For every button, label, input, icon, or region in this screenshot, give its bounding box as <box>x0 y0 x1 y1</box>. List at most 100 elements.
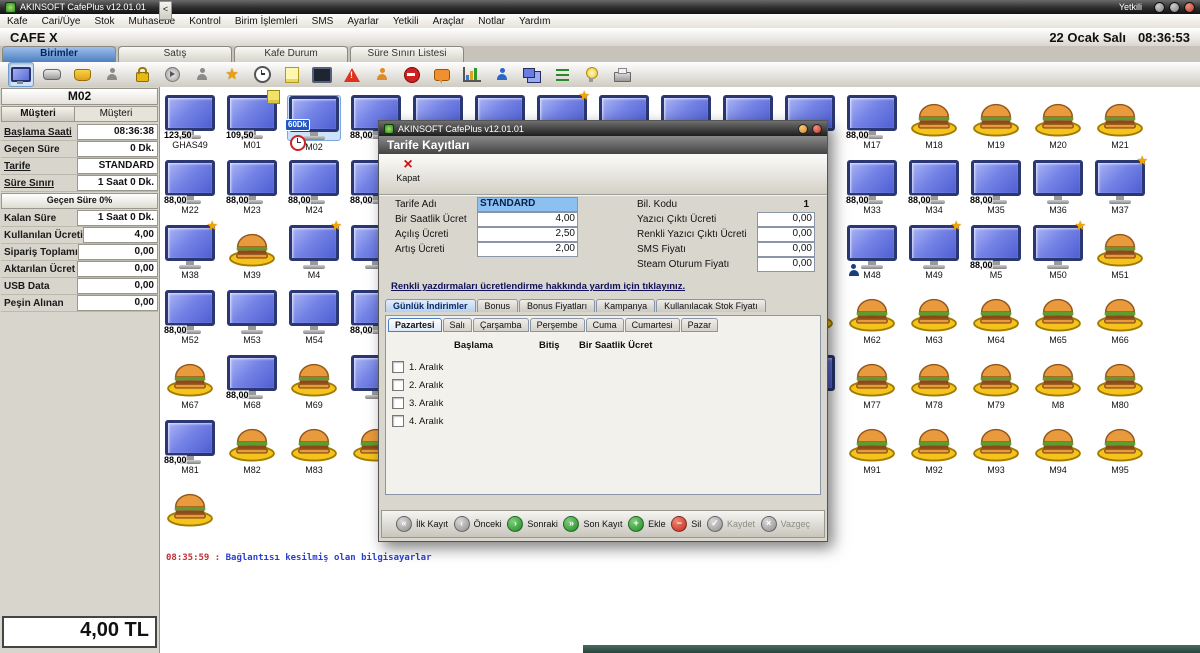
terminal-m64[interactable]: M64 <box>968 290 1024 352</box>
day-tab-perşembe[interactable]: Perşembe <box>530 318 585 332</box>
field-input-tarife-adı[interactable]: STANDARD <box>477 197 578 212</box>
terminal-m95[interactable]: M95 <box>1092 420 1148 482</box>
idea-icon[interactable] <box>580 63 604 86</box>
terminal-m82[interactable]: M82 <box>224 420 280 482</box>
terminal-m02[interactable]: 60DkM02 <box>286 95 342 157</box>
terminal-m37[interactable]: ★M37 <box>1092 160 1148 222</box>
terminal-m91[interactable]: M91 <box>844 420 900 482</box>
dialog-tab-bonus-fiyatları[interactable]: Bonus Fiyatları <box>519 299 595 312</box>
terminal-m66[interactable]: M66 <box>1092 290 1148 352</box>
field-input-steam-oturum-fiyatı[interactable]: 0,00 <box>757 257 815 272</box>
field-input-açılış-ücreti[interactable]: 2,50 <box>477 227 578 242</box>
terminal-m62[interactable]: M62 <box>844 290 900 352</box>
range-checkbox-1[interactable] <box>392 361 404 373</box>
field-input-artış-ücreti[interactable]: 2,00 <box>477 242 578 257</box>
field-input-bir-saatlik-ücret[interactable]: 4,00 <box>477 212 578 227</box>
terminal-m49[interactable]: ★M49 <box>906 225 962 287</box>
terminal-m36[interactable]: M36 <box>1030 160 1086 222</box>
field-input-yazıcı-çıktı-ücreti[interactable]: 0,00 <box>757 212 815 227</box>
kapat-button[interactable]: × Kapat <box>387 156 429 183</box>
terminal-m67[interactable]: M67 <box>162 355 218 417</box>
menu-birim-i-şlemleri[interactable]: Birim İşlemleri <box>228 15 305 28</box>
terminal-m01[interactable]: 109,50M01 <box>224 95 280 157</box>
dialog-tab-kullanılacak-stok-fiyatı[interactable]: Kullanılacak Stok Fiyatı <box>656 299 766 312</box>
sil-button[interactable]: −Sil <box>671 516 701 532</box>
day-tab-çarşamba[interactable]: Çarşamba <box>473 318 529 332</box>
dialog-close-button[interactable] <box>812 124 822 134</box>
block-icon[interactable] <box>400 63 424 86</box>
info-label-tarife[interactable]: Tarife <box>1 161 77 172</box>
terminal-m77[interactable]: M77 <box>844 355 900 417</box>
field-input-renkli-yazıcı-çıktı-ücreti[interactable]: 0,00 <box>757 227 815 242</box>
terminal-m8[interactable]: M8 <box>1030 355 1086 417</box>
terminal-m39[interactable]: M39 <box>224 225 280 287</box>
screen-icon[interactable] <box>310 63 334 86</box>
terminal-m20[interactable]: M20 <box>1030 95 1086 157</box>
terminal-m92[interactable]: M92 <box>906 420 962 482</box>
clock-icon[interactable] <box>250 63 274 86</box>
kaydet-button[interactable]: ✓Kaydet <box>707 516 755 532</box>
note-icon[interactable] <box>280 63 304 86</box>
day-tab-salı[interactable]: Salı <box>443 318 473 332</box>
terminal-m21[interactable]: M21 <box>1092 95 1148 157</box>
terminal-m33[interactable]: 88,00M33 <box>844 160 900 222</box>
terminal-m18[interactable]: M18 <box>906 95 962 157</box>
minimize-button[interactable] <box>1154 2 1165 13</box>
terminal-m38[interactable]: ★M38 <box>162 225 218 287</box>
person-icon[interactable] <box>490 63 514 86</box>
dialog-minimize-button[interactable] <box>798 124 808 134</box>
day-tab-cuma[interactable]: Cuma <box>586 318 624 332</box>
alert-icon[interactable] <box>340 63 364 86</box>
terminal-m23[interactable]: 88,00M23 <box>224 160 280 222</box>
info-label-başlama-saati[interactable]: Başlama Saati <box>1 127 77 138</box>
terminal-m48[interactable]: M48 <box>844 225 900 287</box>
chat-icon[interactable] <box>430 63 454 86</box>
terminal-m80[interactable]: M80 <box>1092 355 1148 417</box>
menu-sms[interactable]: SMS <box>305 15 341 28</box>
terminal-m34[interactable]: 88,00M34 <box>906 160 962 222</box>
user-icon[interactable] <box>100 63 124 86</box>
tab-satış[interactable]: Satış <box>118 46 232 62</box>
terminal-m78[interactable]: M78 <box>906 355 962 417</box>
range-checkbox-4[interactable] <box>392 415 404 427</box>
tab-kafe-durum[interactable]: Kafe Durum <box>234 46 348 62</box>
menu-notlar[interactable]: Notlar <box>471 15 512 28</box>
menu-yetkili[interactable]: Yetkili <box>386 15 426 28</box>
day-tab-cumartesi[interactable]: Cumartesi <box>625 318 680 332</box>
son-kayıt-button[interactable]: »Son Kayıt <box>563 516 622 532</box>
terminal-m22[interactable]: 88,00M22 <box>162 160 218 222</box>
terminal-m94[interactable]: M94 <box>1030 420 1086 482</box>
dialog-tab-günlük-i-ndirimler[interactable]: Günlük İndirimler <box>385 299 476 312</box>
menu-stok[interactable]: Stok <box>87 15 121 28</box>
terminal-m81[interactable]: 88,00M81 <box>162 420 218 482</box>
tab-süre-sınırı-listesi[interactable]: Süre Sınırı Listesi <box>350 46 464 62</box>
menu-araçlar[interactable]: Araçlar <box>426 15 472 28</box>
terminal-m79[interactable]: M79 <box>968 355 1024 417</box>
terminal-m53[interactable]: M53 <box>224 290 280 352</box>
menu-kontrol[interactable]: Kontrol <box>182 15 228 28</box>
menu-kafe[interactable]: Kafe <box>0 15 35 28</box>
terminal-m52[interactable]: 88,00M52 <box>162 290 218 352</box>
field-input-sms-fiyatı[interactable]: 0,00 <box>757 242 815 257</box>
dialog-tab-kampanya[interactable]: Kampanya <box>596 299 655 312</box>
terminal-m63[interactable]: M63 <box>906 290 962 352</box>
group-icon[interactable] <box>370 63 394 86</box>
info-label-süre-sınırı[interactable]: Süre Sınırı <box>1 178 77 189</box>
range-checkbox-3[interactable] <box>392 397 404 409</box>
terminal-m19[interactable]: M19 <box>968 95 1024 157</box>
dialog-tab-bonus[interactable]: Bonus <box>477 299 519 312</box>
menu-yardım[interactable]: Yardım <box>512 15 558 28</box>
ekle-button[interactable]: +Ekle <box>628 516 666 532</box>
tab-birimler[interactable]: Birimler <box>2 46 116 62</box>
terminal-m51[interactable]: M51 <box>1092 225 1148 287</box>
i-lk-kayıt-button[interactable]: «İlk Kayıt <box>396 516 448 532</box>
game-icon[interactable] <box>40 63 64 86</box>
terminal-m17[interactable]: 88,00M17 <box>844 95 900 157</box>
printer-icon[interactable] <box>610 63 634 86</box>
customer-button[interactable]: Müşteri <box>1 106 75 122</box>
list-icon[interactable] <box>550 63 574 86</box>
help-link[interactable]: Renkli yazdırmaları ücretlendirme hakkın… <box>391 281 685 292</box>
terminal-m35[interactable]: 88,00M35 <box>968 160 1024 222</box>
terminal-m68[interactable]: 88,00M68 <box>224 355 280 417</box>
terminal-m4[interactable]: ★M4 <box>286 225 342 287</box>
